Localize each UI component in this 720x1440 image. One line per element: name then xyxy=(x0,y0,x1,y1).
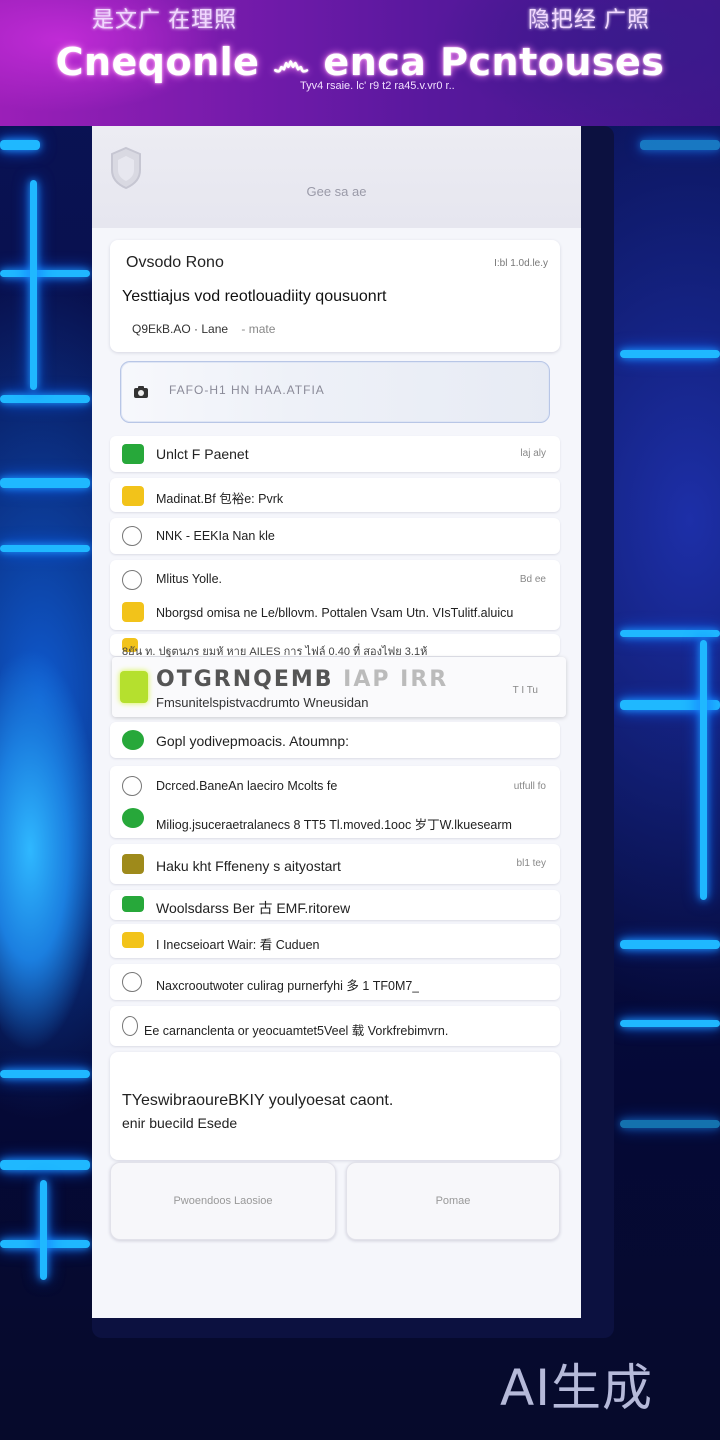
list-item-label: Haku kht Fffeneny s aityostart xyxy=(156,858,341,874)
ai-watermark: AI生成 xyxy=(500,1359,653,1417)
circuit-trace xyxy=(0,1160,90,1170)
list-item-badge: laj aly xyxy=(520,448,546,459)
circuit-trace xyxy=(0,478,90,488)
circuit-trace xyxy=(620,350,720,358)
secondary-button[interactable]: Pwoendoos Laosioe xyxy=(110,1162,336,1240)
list-item-badge: Bd ee xyxy=(519,574,546,585)
yellow-lock-icon xyxy=(122,932,144,948)
list-item-label: Woolsdarss Ber 古 EMF.ritorew xyxy=(156,900,351,916)
list-item-label: Madinat.Bf 包裕e: Pvrk xyxy=(156,492,284,506)
list-item[interactable]: Naxcrooutwoter culirag purnerfyhi 多 1 TF… xyxy=(110,964,560,1000)
banner-subtitle: Tyv4 rsaie. lc' r9 t2 ra45.v.vr0 r.. xyxy=(300,80,455,92)
app-header: Gee sa ae xyxy=(92,126,581,228)
list-item-label: Ee carnanclenta or yeocuamtet5Veel 载 Vor… xyxy=(144,1024,449,1038)
list-item-label: Unlct F Paenet xyxy=(156,446,249,462)
list-item[interactable]: Woolsdarss Ber 古 EMF.ritorew xyxy=(110,890,560,920)
message-line: TYeswibraoureBKIY youlyoesat caont. xyxy=(122,1092,394,1109)
primary-button[interactable]: Pomae xyxy=(346,1162,560,1240)
list-item-group[interactable]: Mlitus Yolle. Bd ee Nborgsd omisa ne Le/… xyxy=(110,560,560,630)
circuit-trace xyxy=(0,140,40,150)
circuit-trace xyxy=(620,940,720,949)
list-item-badge: bl1 tey xyxy=(516,858,546,869)
message-card[interactable]: TYeswibraoureBKIY youlyoesat caont. enir… xyxy=(110,1052,560,1160)
message-line: enir buecild Esede xyxy=(122,1115,238,1131)
meta-tertiary: - mate xyxy=(241,322,276,336)
circuit-trace xyxy=(0,270,90,277)
search-bar[interactable] xyxy=(120,361,550,423)
circuit-trace xyxy=(0,395,90,403)
list-item-label: Dcrced.BaneAn laeciro Mcolts fe xyxy=(156,779,338,793)
list-item-label: Nborgsd omisa ne Le/bllovm. Pottalen Vsa… xyxy=(156,606,514,620)
yellow-lock-icon xyxy=(122,602,144,622)
list-item[interactable]: NNK - EEKIa Nan kle xyxy=(110,518,560,554)
list-item[interactable] xyxy=(110,634,560,656)
banner-title: Cneqonle ෴ enca Pcntouses xyxy=(55,40,665,84)
circuit-trace xyxy=(700,640,707,900)
refresh-icon xyxy=(122,776,142,796)
green-lock-icon xyxy=(122,730,144,750)
circuit-trace xyxy=(30,180,37,390)
yellow-lock-icon xyxy=(122,638,138,652)
circuit-trace xyxy=(620,1020,720,1027)
list-item[interactable]: Haku kht Fffeneny s aityostart bl1 tey xyxy=(110,844,560,884)
meta-primary: Q9EkB.AO xyxy=(132,322,191,336)
meta-secondary: · Lane xyxy=(194,322,229,336)
profile-date: I:bl 1.0d.le.y xyxy=(494,258,548,269)
circuit-trace xyxy=(620,1120,720,1128)
camera-icon[interactable] xyxy=(133,384,149,400)
list-item[interactable]: I Inecseioart Wair: 看 Cuduen xyxy=(110,924,560,958)
headset-icon xyxy=(122,526,142,546)
list-item-label: Mlitus Yolle. xyxy=(156,572,223,586)
clock-icon xyxy=(122,972,142,992)
list-item[interactable]: Madinat.Bf 包裕e: Pvrk xyxy=(110,478,560,512)
yellow-lock-icon xyxy=(122,486,144,506)
profile-card[interactable]: Ovsodo Rono I:bl 1.0d.le.y Yesttiajus vo… xyxy=(110,240,560,352)
profile-description: Yesttiajus vod reotlouadiity qousuonrt xyxy=(122,288,387,305)
title-banner: 是文广 在理照 隐把经 广照 Cneqonle ෴ enca Pcntouses… xyxy=(0,0,720,126)
list-item[interactable]: Unlct F Paenet laj aly xyxy=(110,436,560,472)
list-item-label: Miliog.jsuceraetralanecs 8 TT5 Tl.moved.… xyxy=(156,818,512,832)
circuit-trace xyxy=(620,630,720,637)
list-item-group[interactable]: Dcrced.BaneAn laeciro Mcolts fe utfull f… xyxy=(110,766,560,838)
list-item-label: I Inecseioart Wair: 看 Cuduen xyxy=(156,938,320,952)
circuit-trace xyxy=(40,1180,47,1280)
search-input[interactable] xyxy=(167,382,531,398)
olive-b-icon xyxy=(122,854,144,874)
banner-top-left-text: 是文广 在理照 xyxy=(92,7,238,32)
list-item[interactable]: Gopl yodivepmoacis. Atoumnp: xyxy=(110,722,560,758)
green-lock-icon xyxy=(122,808,144,828)
glowing-figure xyxy=(0,640,100,1060)
clock-icon xyxy=(122,570,142,590)
circuit-trace xyxy=(0,545,90,552)
message-text: TYeswibraoureBKIY youlyoesat caont. enir… xyxy=(122,1090,393,1134)
circuit-trace xyxy=(0,1070,90,1078)
list-item-label: Gopl yodivepmoacis. Atoumnp: xyxy=(156,733,349,749)
green-lock-icon xyxy=(122,896,144,912)
circuit-trace xyxy=(640,140,720,150)
green-square-icon xyxy=(122,444,144,464)
list-item[interactable]: Ee carnanclenta or yeocuamtet5Veel 载 Vor… xyxy=(110,1006,560,1046)
header-title: Gee sa ae xyxy=(306,184,367,199)
list-item-label: NNK - EEKIa Nan kle xyxy=(156,529,275,543)
profile-meta: Q9EkB.AO · Lane - mate xyxy=(132,322,275,336)
app-panel: Gee sa ae Ovsodo Rono I:bl 1.0d.le.y Yes… xyxy=(92,126,581,1318)
banner-top-right-text: 隐把经 广照 xyxy=(527,7,650,32)
refresh-icon xyxy=(122,1016,138,1036)
list-item-badge: utfull fo xyxy=(513,781,546,792)
profile-name: Ovsodo Rono xyxy=(126,254,224,271)
list-item-label: Naxcrooutwoter culirag purnerfyhi 多 1 TF… xyxy=(156,979,420,993)
